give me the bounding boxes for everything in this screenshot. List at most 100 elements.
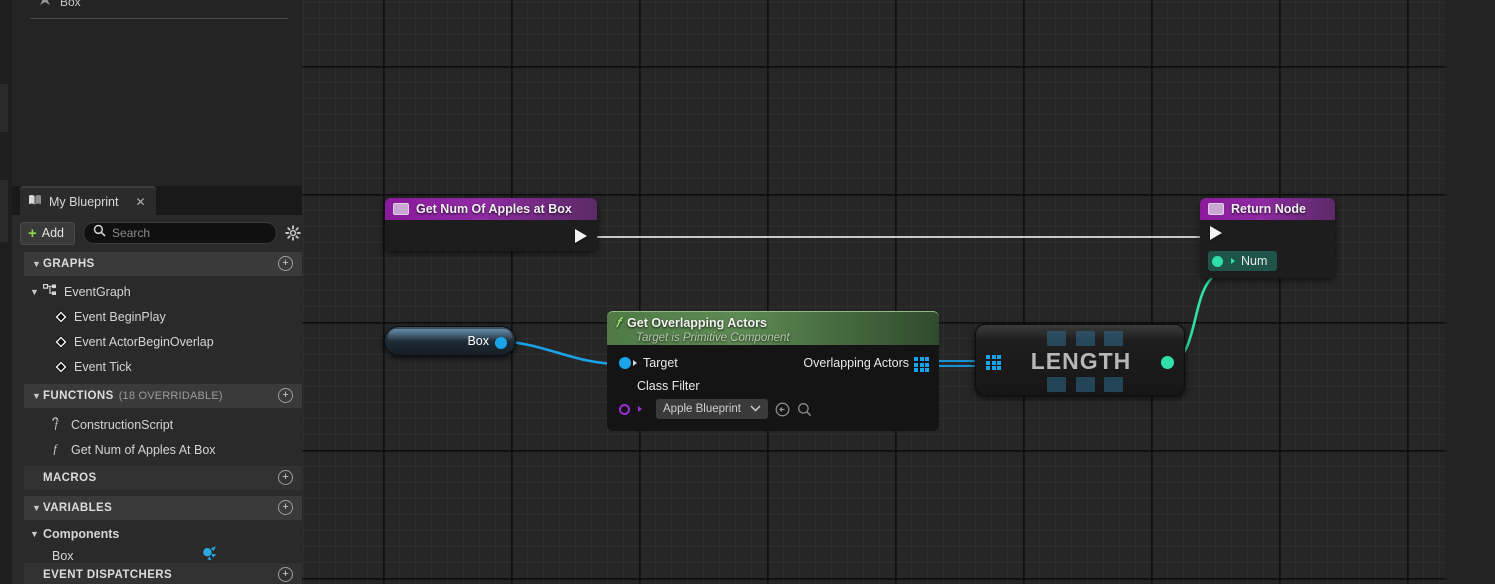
components-panel-item-label: Box <box>60 0 81 9</box>
browse-back-icon[interactable] <box>774 401 790 417</box>
node-title: Get Num Of Apples at Box <box>416 202 572 216</box>
svg-text:f: f <box>53 442 58 456</box>
tree-item-label: Event ActorBeginOverlap <box>74 334 214 349</box>
node-header: 𝑓 Get Overlapping Actors Target is Primi… <box>607 311 939 345</box>
node-header: Get Num Of Apples at Box <box>385 198 597 220</box>
object-pin-icon[interactable] <box>619 357 631 369</box>
add-macro-button[interactable]: + <box>278 470 293 485</box>
tree-item-constructionscript[interactable]: f ConstructionScript <box>24 412 302 437</box>
search-input[interactable] <box>112 226 268 240</box>
section-header-variables[interactable]: ▼ VARIABLES + <box>24 496 302 520</box>
tree-item-eventgraph[interactable]: ▼ EventGraph <box>24 279 302 304</box>
node-subtitle: Target is Primitive Component <box>636 332 790 344</box>
node-title: Get Overlapping Actors <box>627 316 767 330</box>
collapsed-panel-tab-2[interactable] <box>0 180 8 242</box>
blueprint-editor-window: Box My Blueprint ✕ + Add Search ▼ GRAPHS… <box>0 0 1495 584</box>
gear-icon[interactable] <box>285 224 301 242</box>
node-body: Target Overlapping Actors Class Filter A… <box>607 345 939 431</box>
my-blueprint-toolbar: + Add <box>12 215 302 251</box>
right-panel-edge <box>1445 0 1495 584</box>
node-function-entry[interactable]: Get Num Of Apples at Box <box>385 198 597 251</box>
tree-item-label: Event BeginPlay <box>74 309 166 324</box>
tree-item-label: Event Tick <box>74 359 132 374</box>
node-title: Return Node <box>1231 202 1306 216</box>
function-icon: f <box>50 440 64 459</box>
tree-item-label: EventGraph <box>64 284 131 299</box>
add-event-dispatcher-button[interactable]: + <box>278 567 293 582</box>
tree-item-label: ConstructionScript <box>71 417 174 432</box>
pin-label-class-filter: Class Filter <box>637 379 700 393</box>
wire-layer <box>493 236 1222 367</box>
function-entry-icon <box>393 203 409 215</box>
add-button-label: Add <box>41 226 65 240</box>
pin-row-target: Target Overlapping Actors <box>607 351 939 375</box>
section-subtitle-functions: (18 OVERRIDABLE) <box>118 390 223 402</box>
integer-pin-icon <box>1212 255 1223 267</box>
blueprint-graph-canvas[interactable]: Get Num Of Apples at Box Return Node Num <box>302 0 1445 584</box>
search-icon <box>93 224 106 242</box>
tab-my-blueprint[interactable]: My Blueprint ✕ <box>20 186 156 215</box>
class-filter-dropdown[interactable]: Apple Blueprint <box>656 399 768 419</box>
search-box[interactable] <box>83 222 278 244</box>
components-panel-item-box[interactable]: Box <box>38 0 81 10</box>
class-filter-value: Apple Blueprint <box>663 403 741 415</box>
add-graph-button[interactable]: + <box>278 256 293 271</box>
add-variable-button[interactable]: + <box>278 500 293 515</box>
chevron-down-icon[interactable]: ▼ <box>30 287 43 297</box>
section-header-functions[interactable]: ▼ FUNCTIONS (18 OVERRIDABLE) + <box>24 384 302 408</box>
pin-arrow-icon <box>1231 258 1235 264</box>
event-diamond-icon <box>54 309 68 324</box>
my-blueprint-tabbar: My Blueprint ✕ <box>12 186 302 215</box>
collapsed-panel-strip <box>0 0 12 584</box>
component-icon <box>38 0 52 10</box>
chevron-down-icon[interactable]: ▼ <box>30 529 43 539</box>
object-pin-icon[interactable] <box>495 337 507 349</box>
array-pin-icon[interactable] <box>914 357 929 372</box>
node-function-result[interactable]: Return Node Num <box>1200 198 1335 278</box>
my-blueprint-panel: + Add Search ▼ GRAPHS + ▼ EventGraph Eve… <box>12 215 302 584</box>
section-title-functions: FUNCTIONS <box>43 390 114 402</box>
section-title-graphs: GRAPHS <box>43 258 95 270</box>
construction-function-icon: f <box>50 415 64 434</box>
section-title-variables: VARIABLES <box>43 502 113 514</box>
collapsed-panel-tab-1[interactable] <box>0 84 8 132</box>
array-pin-icon[interactable] <box>986 355 1001 370</box>
exec-pin-icon[interactable] <box>1210 226 1222 240</box>
add-button[interactable]: + Add <box>20 221 76 245</box>
section-title-macros: MACROS <box>43 472 97 484</box>
section-title-event-dispatchers: EVENT DISPATCHERS <box>43 569 173 581</box>
magnifier-icon[interactable] <box>796 401 812 417</box>
node-box-getter[interactable]: Box <box>384 326 516 356</box>
pin-num[interactable]: Num <box>1208 251 1278 271</box>
pin-row-class-filter-value: Apple Blueprint <box>607 397 939 421</box>
tree-item-event-actorbeginoverlap[interactable]: Event ActorBeginOverlap <box>24 329 302 354</box>
tree-group-label: Components <box>43 526 120 541</box>
svg-text:f: f <box>55 420 60 430</box>
pin-label-overlapping-actors: Overlapping Actors <box>803 356 909 370</box>
node-body <box>385 220 597 251</box>
node-length[interactable]: LENGTH <box>975 324 1185 396</box>
tree-item-get-num-of-apples-at-box[interactable]: f Get Num of Apples At Box <box>24 437 302 462</box>
tree-item-label: Get Num of Apples At Box <box>71 442 216 457</box>
pin-label: Num <box>1241 254 1268 268</box>
integer-pin-icon[interactable] <box>1161 356 1174 369</box>
tree-item-event-beginplay[interactable]: Event BeginPlay <box>24 304 302 329</box>
section-header-event-dispatchers[interactable]: EVENT DISPATCHERS + <box>24 563 302 584</box>
graph-icon <box>42 283 57 301</box>
tab-my-blueprint-label: My Blueprint <box>49 194 119 209</box>
tree-item-event-tick[interactable]: Event Tick <box>24 354 302 379</box>
event-diamond-icon <box>54 359 68 374</box>
section-header-macros[interactable]: MACROS + <box>24 466 302 490</box>
function-result-icon <box>1208 203 1224 215</box>
node-title: LENGTH <box>1030 347 1132 374</box>
close-icon[interactable]: ✕ <box>135 195 145 209</box>
node-get-overlapping-actors[interactable]: 𝑓 Get Overlapping Actors Target is Primi… <box>607 311 939 431</box>
section-header-graphs[interactable]: ▼ GRAPHS + <box>24 252 302 276</box>
add-function-button[interactable]: + <box>278 388 293 403</box>
chevron-down-icon: ▼ <box>32 258 41 269</box>
exec-pin-icon[interactable] <box>575 229 587 243</box>
plus-icon: + <box>28 224 37 242</box>
class-pin-icon[interactable] <box>619 403 630 415</box>
node-header: Return Node <box>1200 198 1335 220</box>
function-f-icon: 𝑓 <box>616 315 621 330</box>
